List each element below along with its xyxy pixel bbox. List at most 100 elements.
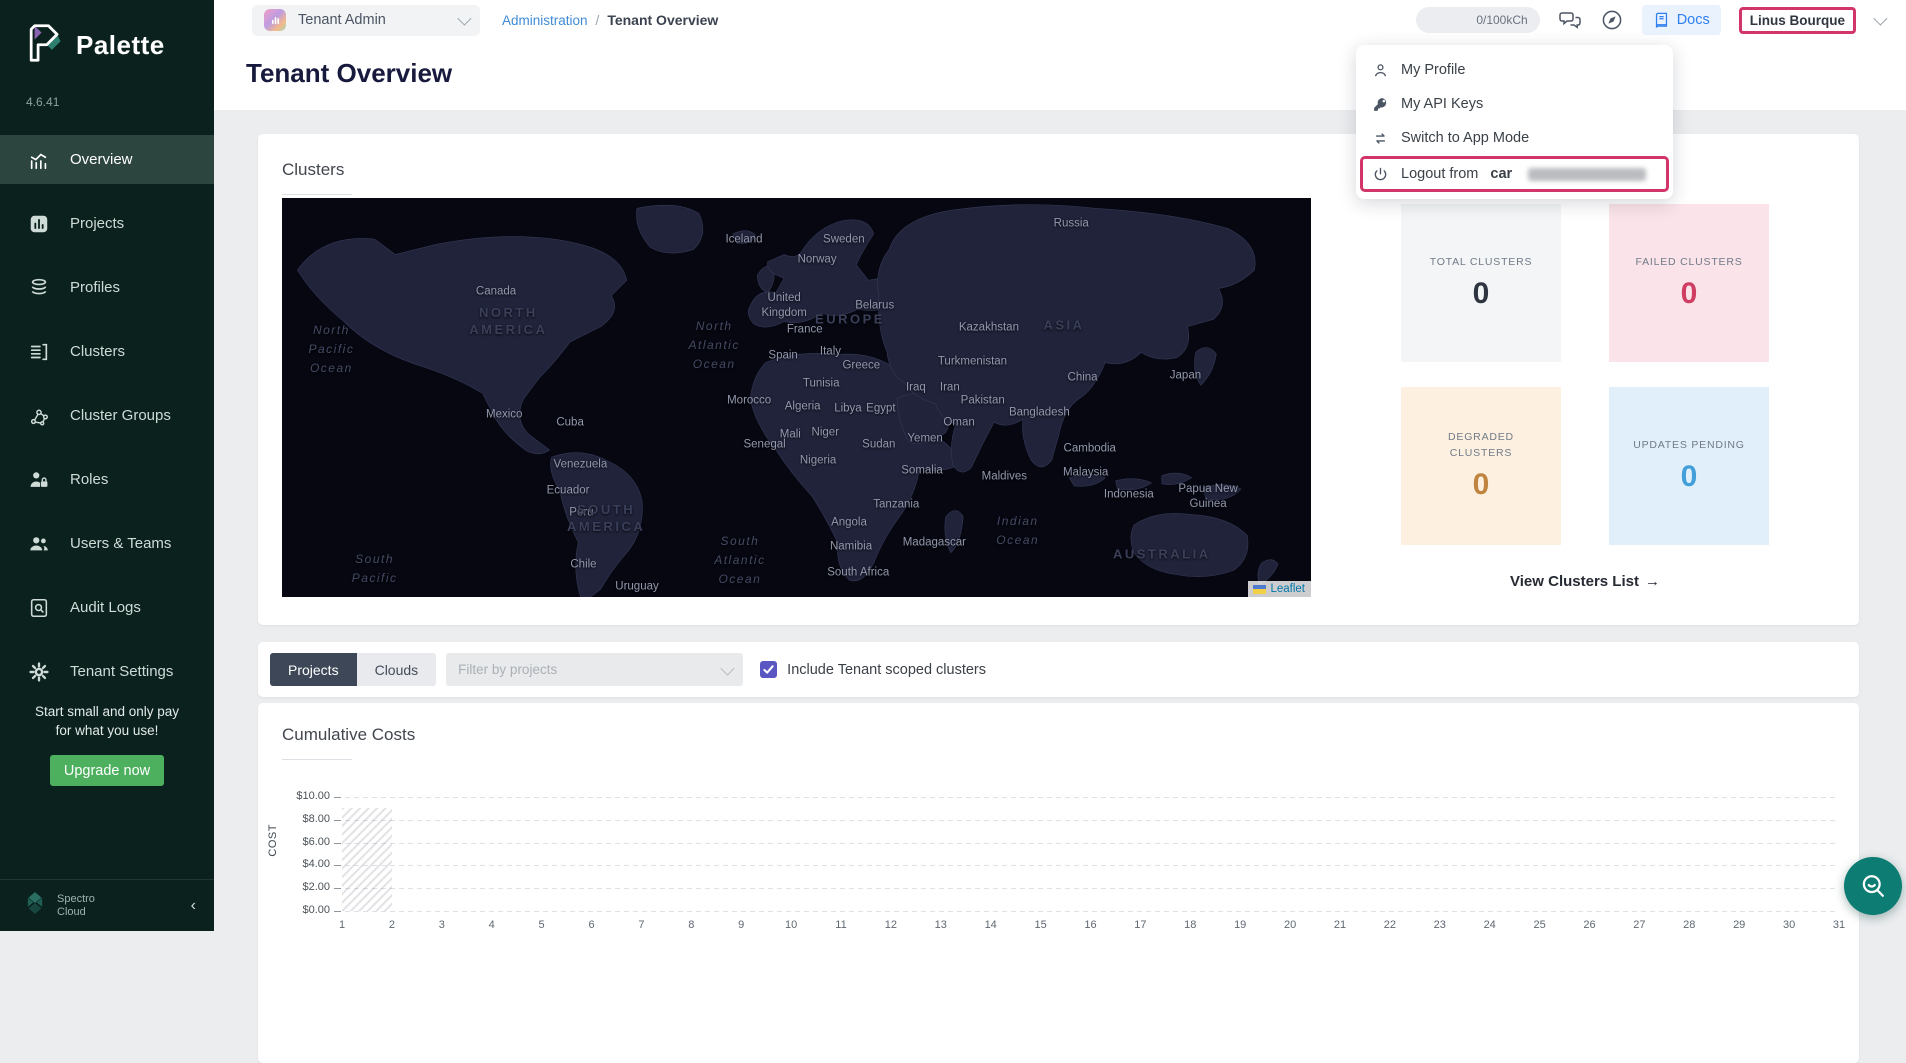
leaflet-attribution[interactable]: Leaflet: [1248, 581, 1311, 597]
tab-clouds[interactable]: Clouds: [357, 653, 437, 686]
x-axis-tick-label: 10: [785, 919, 797, 931]
user-menu-button[interactable]: Linus Bourque: [1739, 7, 1856, 34]
stat-label: DEGRADED CLUSTERS: [1415, 430, 1547, 462]
x-axis-tick-label: 19: [1234, 919, 1246, 931]
switch-icon: [1372, 130, 1389, 147]
scope-tabs: ProjectsClouds: [270, 653, 436, 686]
tab-projects[interactable]: Projects: [270, 653, 357, 686]
user-dropdown-menu: My Profile My API Keys Switch to App Mode L…: [1356, 45, 1673, 199]
sidebar-item-label: Clusters: [70, 343, 125, 360]
menu-item-label: Switch to App Mode: [1401, 130, 1529, 146]
x-axis-tick-label: 26: [1583, 919, 1595, 931]
search-smile-icon: [1858, 871, 1888, 901]
sidebar-item-cluster-groups[interactable]: Cluster Groups: [0, 391, 214, 440]
menu-item-my-profile[interactable]: My Profile: [1356, 53, 1673, 87]
breadcrumb-current: Tenant Overview: [607, 12, 718, 28]
sidebar-item-label: Profiles: [70, 279, 120, 296]
clusters-world-map[interactable]: Leaflet IcelandSwedenNorwayRussiaCanadaU…: [282, 198, 1311, 597]
y-axis-tick-mark: [334, 797, 341, 798]
promo-line-1: Start small and only pay: [0, 702, 214, 722]
x-axis-tick-label: 22: [1384, 919, 1396, 931]
checkbox-label: Include Tenant scoped clusters: [787, 662, 986, 678]
gear-icon: [28, 661, 50, 683]
sidebar-item-clusters[interactable]: Clusters: [0, 327, 214, 376]
sidebar: Palette 4.6.41 OverviewProjectsProfilesC…: [0, 0, 214, 931]
tenant-scope-label: Tenant Admin: [298, 12, 446, 28]
menu-item-label: Logout from: [1401, 166, 1478, 182]
sidebar-collapse-icon[interactable]: ‹: [191, 897, 196, 915]
chat-icon[interactable]: [1558, 8, 1582, 32]
stat-value: 0: [1681, 460, 1698, 494]
key-icon: [1372, 96, 1389, 113]
stat-tile-updates-pending: UPDATES PENDING0: [1609, 387, 1769, 545]
checkbox-checked-icon[interactable]: [760, 661, 777, 678]
breadcrumb: Administration / Tenant Overview: [502, 12, 718, 28]
sidebar-item-roles[interactable]: Roles: [0, 455, 214, 504]
docs-button[interactable]: Docs: [1642, 5, 1721, 35]
gridline: [345, 820, 1839, 821]
roles-icon: [28, 469, 50, 491]
gridline: [345, 888, 1839, 889]
stat-tile-degraded-clusters: DEGRADED CLUSTERS0: [1401, 387, 1561, 545]
y-axis-tick-mark: [334, 843, 341, 844]
projects-icon: [28, 213, 50, 235]
sidebar-item-audit-logs[interactable]: Audit Logs: [0, 583, 214, 632]
breadcrumb-separator: /: [596, 13, 600, 28]
content-area: Clusters: [214, 110, 1906, 931]
tenant-scoped-checkbox-wrap[interactable]: Include Tenant scoped clusters: [760, 661, 986, 678]
breadcrumb-administration[interactable]: Administration: [502, 13, 588, 28]
gridline: [345, 865, 1839, 866]
palette-logo-icon: [26, 22, 64, 69]
cumulative-costs-card: Cumulative Costs COST $0.00$2.00$4.00$6.…: [258, 703, 1859, 1063]
spectro-cloud-logo-icon: [22, 890, 48, 921]
title-rule: [282, 194, 352, 195]
sidebar-item-users-teams[interactable]: Users & Teams: [0, 519, 214, 568]
view-clusters-list-link[interactable]: View Clusters List→: [1401, 573, 1769, 590]
menu-item-label: My Profile: [1401, 62, 1465, 78]
y-axis-tick-label: $2.00: [270, 881, 330, 893]
redacted-text: [1528, 168, 1646, 181]
sidebar-item-label: Projects: [70, 215, 124, 232]
x-axis-tick-label: 4: [489, 919, 495, 931]
filter-by-projects-select[interactable]: Filter by projects: [446, 653, 743, 686]
sidebar-footer: Spectro Cloud ‹: [0, 879, 214, 931]
support-fab-button[interactable]: [1844, 857, 1902, 915]
x-axis-tick-label: 12: [885, 919, 897, 931]
stat-label: FAILED CLUSTERS: [1635, 255, 1742, 271]
menu-item-my-api-keys[interactable]: My API Keys: [1356, 87, 1673, 121]
tenant-scope-selector[interactable]: Tenant Admin: [252, 5, 480, 36]
sidebar-item-overview[interactable]: Overview: [0, 135, 214, 184]
user-chevron-down-icon[interactable]: [1873, 12, 1887, 26]
no-data-hatched-band: [342, 808, 392, 911]
leaflet-label: Leaflet: [1270, 583, 1305, 595]
ukraine-flag-icon: [1253, 585, 1266, 594]
x-axis-tick-label: 23: [1434, 919, 1446, 931]
sidebar-item-projects[interactable]: Projects: [0, 199, 214, 248]
sidebar-item-tenant-settings[interactable]: Tenant Settings: [0, 647, 214, 696]
x-axis-tick-label: 14: [985, 919, 997, 931]
brand: Palette: [0, 0, 214, 69]
x-axis-tick-label: 20: [1284, 919, 1296, 931]
menu-item-switch-to-app-mode[interactable]: Switch to App Mode: [1356, 121, 1673, 155]
y-axis-tick-label: $0.00: [270, 904, 330, 916]
sidebar-nav: Overview Projects Profiles Clusters Cluster …: [0, 135, 214, 696]
stat-value: 0: [1681, 277, 1698, 311]
sidebar-item-label: Overview: [70, 151, 133, 168]
x-axis-tick-label: 8: [688, 919, 694, 931]
sidebar-item-profiles[interactable]: Profiles: [0, 263, 214, 312]
help-compass-icon[interactable]: [1600, 8, 1624, 32]
stat-label: TOTAL CLUSTERS: [1430, 255, 1533, 271]
arrow-right-icon: →: [1645, 573, 1660, 590]
y-axis-tick-mark: [334, 865, 341, 866]
menu-item-logout[interactable]: Logout from car: [1361, 157, 1668, 191]
gridline: [345, 843, 1839, 844]
x-axis-tick-label: 25: [1533, 919, 1545, 931]
x-axis-tick-label: 7: [638, 919, 644, 931]
audit-logs-icon: [28, 597, 50, 619]
upgrade-now-button[interactable]: Upgrade now: [50, 755, 164, 786]
x-axis-tick-label: 11: [835, 919, 846, 931]
x-axis-tick-label: 1: [339, 919, 345, 931]
sidebar-item-label: Audit Logs: [70, 599, 141, 616]
x-axis-tick-label: 3: [439, 919, 445, 931]
stat-tile-total-clusters: TOTAL CLUSTERS0: [1401, 204, 1561, 362]
